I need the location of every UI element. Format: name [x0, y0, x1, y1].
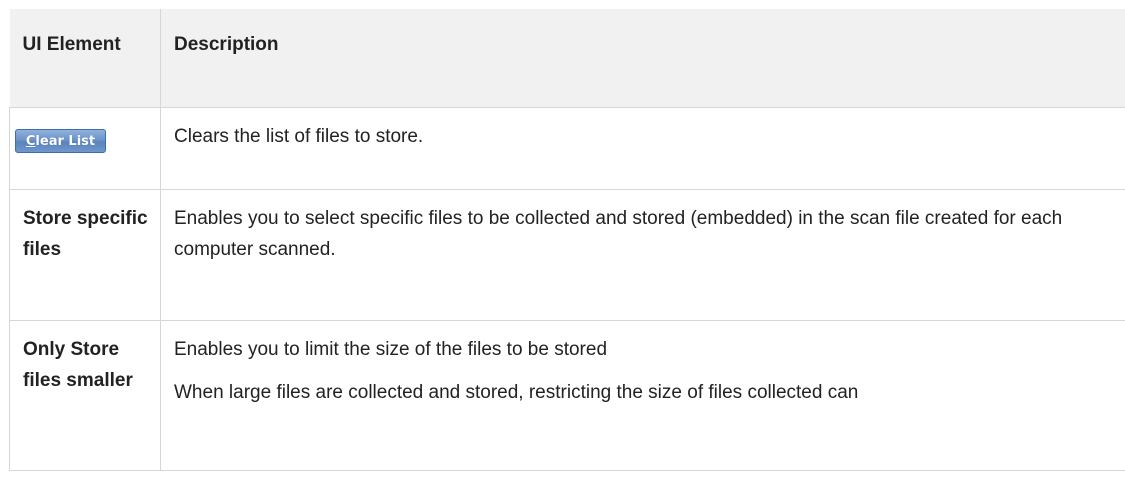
description-text: Clears the list of files to store. — [174, 125, 424, 147]
table-row: Only Store files smaller Enables you to … — [9, 320, 1125, 471]
ui-elements-table: UI Element Description Clear List Clears… — [9, 9, 1125, 471]
ui-element-cell: Clear List — [9, 107, 161, 190]
header-ui-element: UI Element — [9, 9, 161, 108]
description-cell: Enables you to select specific files to … — [160, 189, 1125, 321]
table-header-row: UI Element Description — [9, 9, 1125, 108]
description-cell: Clears the list of files to store. — [160, 107, 1125, 190]
description-cell: Enables you to limit the size of the fil… — [160, 320, 1125, 471]
description-text: Enables you to limit the size of the fil… — [174, 338, 608, 360]
clear-list-mnemonic: C — [25, 133, 36, 149]
ui-element-name: Store specific files — [9, 189, 161, 321]
clear-list-label: lear List — [35, 133, 96, 149]
description-text: When large files are collected and store… — [174, 381, 859, 403]
table-row: Store specific files Enables you to sele… — [9, 189, 1125, 321]
ui-element-name: Only Store files smaller — [9, 320, 161, 471]
table-row: Clear List Clears the list of files to s… — [9, 107, 1125, 190]
header-description: Description — [160, 9, 1125, 108]
clear-list-button[interactable]: Clear List — [15, 128, 106, 153]
description-text: Enables you to select specific files to … — [174, 207, 1063, 260]
